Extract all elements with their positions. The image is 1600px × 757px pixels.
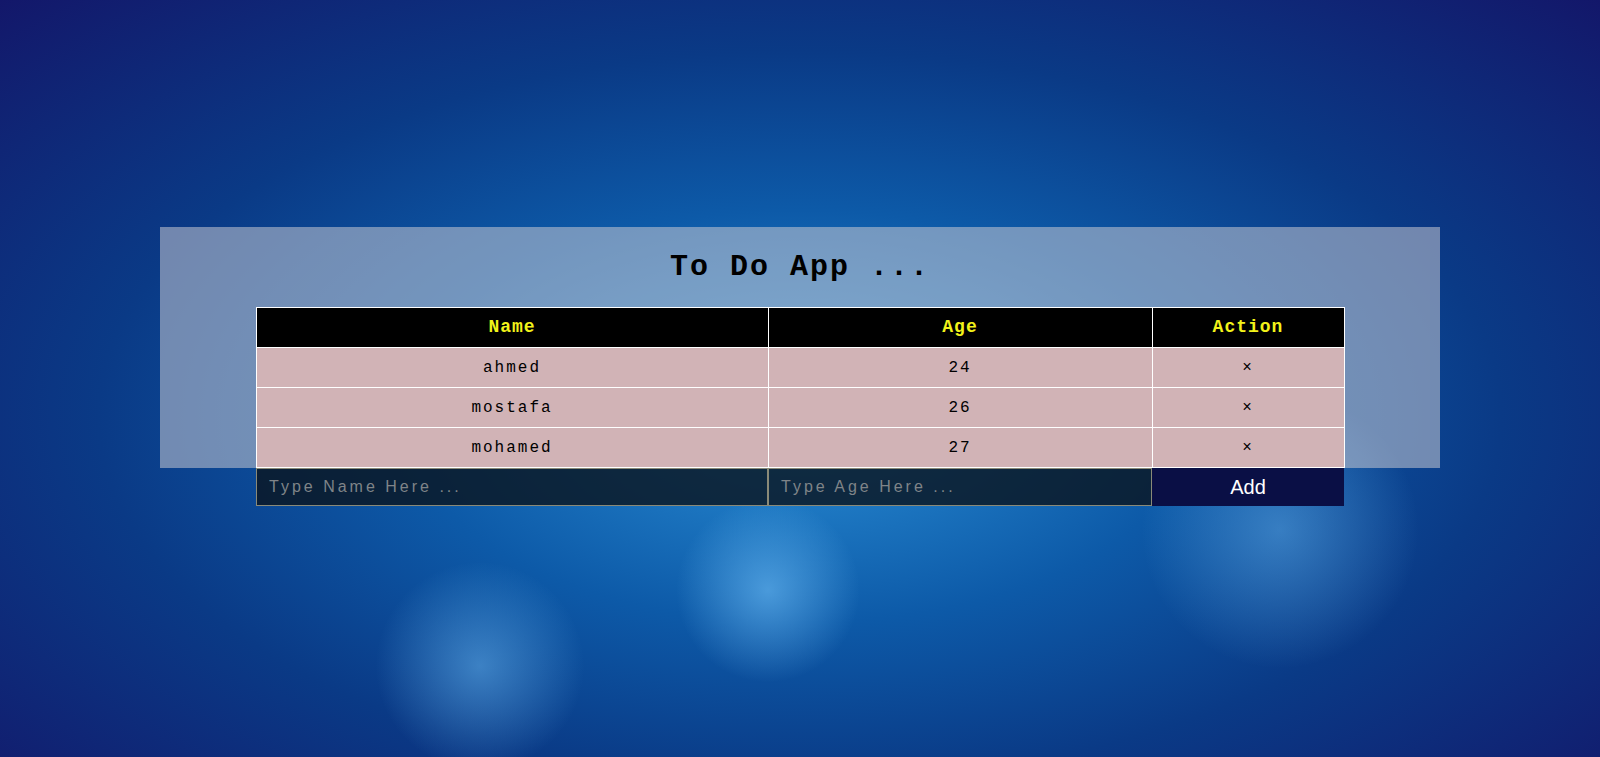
table-cell: mohamed xyxy=(256,428,768,468)
table-row: mostafa26× xyxy=(256,388,1344,428)
column-header: Action xyxy=(1152,308,1344,348)
table-row: ahmed24× xyxy=(256,348,1344,388)
delete-button[interactable]: × xyxy=(1152,388,1344,428)
column-header: Name xyxy=(256,308,768,348)
app-panel: To Do App ...NameAgeActionahmed24×mostaf… xyxy=(160,227,1440,468)
delete-button[interactable]: × xyxy=(1152,428,1344,468)
app-title: To Do App ... xyxy=(160,247,1440,287)
delete-button[interactable]: × xyxy=(1152,348,1344,388)
age-input[interactable] xyxy=(768,468,1152,506)
column-header: Age xyxy=(768,308,1152,348)
add-button[interactable]: Add xyxy=(1152,468,1344,506)
name-input[interactable] xyxy=(256,468,768,506)
table-cell: 27 xyxy=(768,428,1152,468)
table-head: NameAgeAction xyxy=(256,308,1344,348)
table-cell: mostafa xyxy=(256,388,768,428)
header-row: NameAgeAction xyxy=(256,308,1344,348)
table-row: mohamed27× xyxy=(256,428,1344,468)
table-body: ahmed24×mostafa26×mohamed27× xyxy=(256,348,1344,468)
table-cell: 26 xyxy=(768,388,1152,428)
todo-table: NameAgeActionahmed24×mostafa26×mohamed27… xyxy=(256,307,1345,468)
app-container: To Do App ...NameAgeActionahmed24×mostaf… xyxy=(160,227,1440,506)
table-cell: 24 xyxy=(768,348,1152,388)
table-cell: ahmed xyxy=(256,348,768,388)
entry-form: Add xyxy=(256,468,1344,506)
